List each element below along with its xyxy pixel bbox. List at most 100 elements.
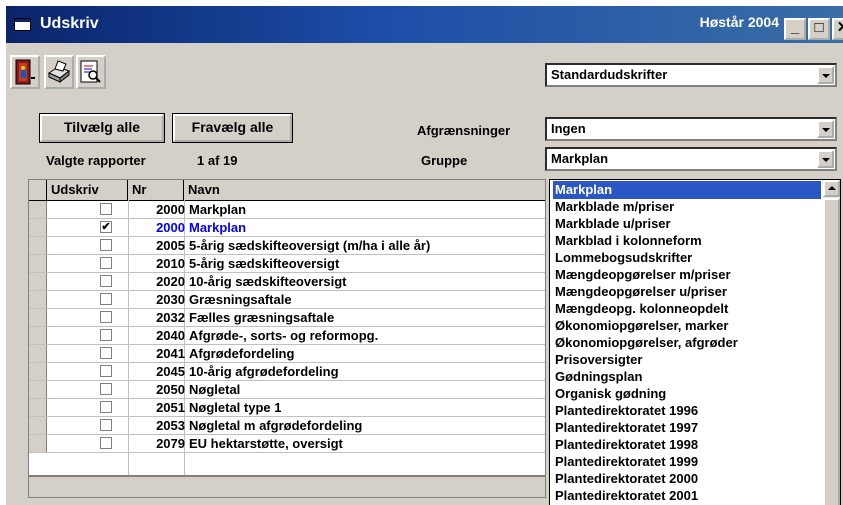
column-header-nr[interactable]: Nr bbox=[128, 180, 184, 200]
row-selector[interactable] bbox=[29, 399, 47, 416]
table-row[interactable]: 2041 Afgrødefordeling bbox=[29, 345, 545, 363]
report-name: Fælles græsningsaftale bbox=[189, 310, 335, 325]
print-checkbox[interactable] bbox=[100, 203, 112, 215]
report-type-dropdown-icon[interactable] bbox=[817, 66, 834, 84]
reports-grid[interactable]: Udskriv Nr Navn 2000 Markplan ✔ 2000 Markpla… bbox=[28, 179, 546, 476]
select-all-button[interactable]: Tilvælg alle bbox=[39, 113, 165, 143]
report-name: 5-årig sædskifteoversigt (m/ha i alle år… bbox=[189, 238, 431, 253]
table-row[interactable]: 2050 Nøgletal bbox=[29, 381, 545, 399]
close-button[interactable]: ✕ bbox=[832, 18, 843, 40]
window-icon bbox=[14, 18, 31, 31]
row-selector[interactable] bbox=[29, 327, 47, 344]
maximize-button[interactable]: □ bbox=[808, 18, 830, 40]
print-checkbox[interactable] bbox=[100, 347, 112, 359]
table-row[interactable]: 2053 Nøgletal m afgrødefordeling bbox=[29, 417, 545, 435]
report-number: 2030 bbox=[156, 292, 185, 307]
table-row[interactable]: ✔ 2000 Markplan bbox=[29, 219, 545, 237]
dropdown-option[interactable]: Økonomiopgørelser, afgrøder bbox=[553, 334, 821, 352]
dropdown-option[interactable]: Organisk gødning bbox=[553, 385, 821, 403]
dropdown-option[interactable]: Økonomiopgørelser, marker bbox=[553, 317, 821, 335]
print-checkbox[interactable]: ✔ bbox=[100, 221, 112, 233]
group-dropdown-icon[interactable] bbox=[817, 150, 834, 168]
table-row[interactable]: 2000 Markplan bbox=[29, 201, 545, 219]
selected-reports-label: Valgte rapporter bbox=[46, 153, 146, 168]
title-bar[interactable]: Udskriv Høstår 2004 _ □ ✕ bbox=[6, 6, 843, 43]
group-dropdown-list[interactable]: Markplan Markblade m/priser Markblade u/pr… bbox=[549, 179, 841, 505]
dropdown-option[interactable]: Markblade m/priser bbox=[553, 198, 821, 216]
row-selector[interactable] bbox=[29, 345, 47, 362]
dropdown-option[interactable]: Plantedirektoratet 1999 bbox=[553, 453, 821, 471]
table-row[interactable]: 2010 5-årig sædskifteoversigt bbox=[29, 255, 545, 273]
report-name: Markplan bbox=[189, 220, 247, 235]
table-row[interactable]: 2045 10-årig afgrødefordeling bbox=[29, 363, 545, 381]
dropdown-option[interactable]: Gødningsplan bbox=[553, 368, 821, 386]
print-checkbox[interactable] bbox=[100, 239, 112, 251]
report-name: Nøgletal bbox=[189, 382, 241, 397]
row-selector[interactable] bbox=[29, 273, 47, 290]
dropdown-option[interactable]: Markblade u/priser bbox=[553, 215, 821, 233]
dropdown-scrollbar[interactable] bbox=[823, 180, 840, 505]
print-checkbox[interactable] bbox=[100, 329, 112, 341]
print-checkbox[interactable] bbox=[100, 293, 112, 305]
dropdown-option[interactable]: Plantedirektoratet 2001 bbox=[553, 487, 821, 505]
dropdown-option[interactable]: Plantedirektoratet 1996 bbox=[553, 402, 821, 420]
group-value: Markplan bbox=[551, 151, 609, 166]
row-selector[interactable] bbox=[29, 237, 47, 254]
row-selector[interactable] bbox=[29, 219, 47, 236]
exit-door-icon bbox=[15, 59, 35, 85]
dropdown-option[interactable]: Plantedirektoratet 1997 bbox=[553, 419, 821, 437]
row-selector[interactable] bbox=[29, 417, 47, 434]
scroll-up-icon[interactable] bbox=[823, 180, 840, 197]
print-checkbox[interactable] bbox=[100, 383, 112, 395]
print-checkbox[interactable] bbox=[100, 437, 112, 449]
row-selector[interactable] bbox=[29, 435, 47, 452]
dropdown-option[interactable]: Plantedirektoratet 1998 bbox=[553, 436, 821, 454]
row-selector[interactable] bbox=[29, 309, 47, 326]
print-preview-button[interactable] bbox=[76, 55, 106, 89]
dropdown-option[interactable]: Mængdeopgørelser u/priser bbox=[553, 283, 821, 301]
print-checkbox[interactable] bbox=[100, 275, 112, 287]
print-checkbox[interactable] bbox=[100, 257, 112, 269]
minimize-button[interactable]: _ bbox=[784, 18, 806, 40]
report-number: 2051 bbox=[156, 400, 185, 415]
print-checkbox[interactable] bbox=[100, 419, 112, 431]
column-header-name[interactable]: Navn bbox=[184, 180, 545, 200]
group-select[interactable]: Markplan bbox=[545, 147, 837, 171]
column-header-print[interactable]: Udskriv bbox=[47, 180, 128, 200]
row-selector[interactable] bbox=[29, 201, 47, 218]
table-row[interactable]: 2020 10-årig sædskifteoversigt bbox=[29, 273, 545, 291]
dropdown-option[interactable]: Plantedirektoratet 2000 bbox=[553, 470, 821, 488]
print-checkbox[interactable] bbox=[100, 311, 112, 323]
report-type-select[interactable]: Standardudskrifter bbox=[545, 63, 837, 87]
print-button[interactable] bbox=[44, 55, 74, 89]
dropdown-option[interactable]: Prisoversigter bbox=[553, 351, 821, 369]
table-row[interactable]: 2040 Afgrøde-, sorts- og reformopg. bbox=[29, 327, 545, 345]
row-selector[interactable] bbox=[29, 255, 47, 272]
table-row[interactable]: 2005 5-årig sædskifteoversigt (m/ha i all… bbox=[29, 237, 545, 255]
dropdown-option[interactable]: Markblad i kolonneform bbox=[553, 232, 821, 250]
table-row[interactable]: 2032 Fælles græsningsaftale bbox=[29, 309, 545, 327]
dropdown-option[interactable]: Markplan bbox=[553, 181, 821, 199]
header-row-selector bbox=[29, 180, 47, 200]
report-name: Nøgletal m afgrødefordeling bbox=[189, 418, 363, 433]
table-row[interactable]: 2030 Græsningsaftale bbox=[29, 291, 545, 309]
exit-button[interactable] bbox=[10, 55, 40, 89]
harvest-year-label: Høstår 2004 bbox=[699, 14, 779, 30]
scroll-thumb[interactable] bbox=[823, 198, 840, 505]
restrictions-select[interactable]: Ingen bbox=[545, 117, 837, 141]
print-checkbox[interactable] bbox=[100, 401, 112, 413]
print-checkbox[interactable] bbox=[100, 365, 112, 377]
table-row[interactable]: 2051 Nøgletal type 1 bbox=[29, 399, 545, 417]
row-selector[interactable] bbox=[29, 363, 47, 380]
restrictions-dropdown-icon[interactable] bbox=[817, 120, 834, 138]
report-name: 10-årig sædskifteoversigt bbox=[189, 274, 347, 289]
deselect-all-button[interactable]: Fravælg alle bbox=[172, 113, 293, 143]
table-row[interactable]: 2079 EU hektarstøtte, oversigt bbox=[29, 435, 545, 453]
report-name: Græsningsaftale bbox=[189, 292, 292, 307]
dropdown-option[interactable]: Mængdeopgørelser m/priser bbox=[553, 266, 821, 284]
row-selector[interactable] bbox=[29, 291, 47, 308]
row-selector[interactable] bbox=[29, 381, 47, 398]
report-number: 2010 bbox=[156, 256, 185, 271]
dropdown-option[interactable]: Mængdeopg. kolonneopdelt bbox=[553, 300, 821, 318]
dropdown-option[interactable]: Lommebogsudskrifter bbox=[553, 249, 821, 267]
